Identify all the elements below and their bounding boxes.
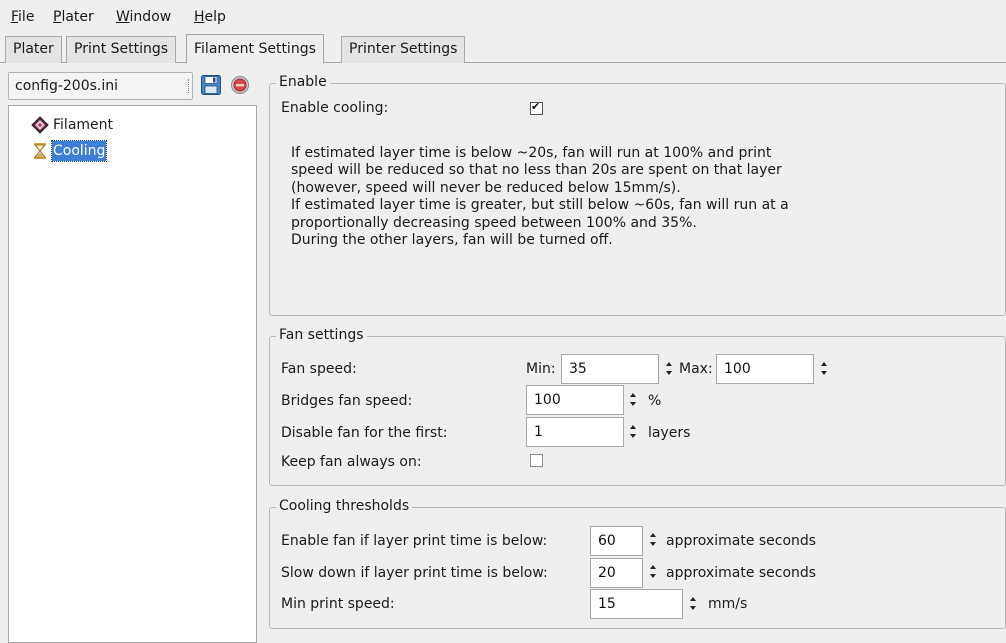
menu-file[interactable]: File — [11, 9, 34, 25]
slow-down-threshold-stepper[interactable] — [649, 562, 659, 582]
menu-window[interactable]: Window — [116, 9, 171, 25]
enable-fan-threshold-unit: approximate seconds — [666, 533, 817, 549]
disable-fan-layers-stepper[interactable] — [629, 422, 639, 442]
menu-plater[interactable]: Plater — [53, 9, 94, 25]
slow-down-threshold-unit: approximate seconds — [666, 565, 817, 581]
group-title: Enable — [276, 73, 330, 91]
combo-separator — [188, 79, 189, 93]
save-preset-button[interactable] — [200, 74, 222, 96]
preset-value: config-200s.ini — [15, 78, 119, 94]
delete-preset-button[interactable] — [229, 74, 251, 96]
enable-cooling-checkbox[interactable] — [530, 100, 543, 115]
tab-filament-settings[interactable]: Filament Settings — [186, 34, 324, 64]
spool-icon — [31, 116, 49, 134]
description-paragraph: During the other layers, fan will be tur… — [291, 232, 613, 249]
max-fan-speed-stepper[interactable] — [820, 359, 830, 379]
max-label: Max: — [679, 361, 713, 377]
tab-plater[interactable]: Plater — [5, 36, 62, 63]
bridges-fan-speed-input[interactable] — [526, 385, 624, 415]
menu-bar: File Plater Window Help — [0, 0, 1006, 34]
enable-fan-threshold-input[interactable] — [590, 526, 643, 556]
bridges-fan-speed-label: Bridges fan speed: — [281, 393, 413, 409]
description-paragraph: If estimated layer time is greater, but … — [291, 197, 789, 231]
settings-tree: Filament Cooling — [8, 105, 257, 643]
min-fan-speed-input[interactable] — [561, 354, 659, 384]
delete-icon — [231, 76, 249, 94]
menu-help[interactable]: Help — [194, 9, 226, 25]
keep-fan-always-on-checkbox[interactable] — [530, 454, 543, 467]
slow-down-threshold-label: Slow down if layer print time is below: — [281, 565, 548, 581]
tab-print-settings[interactable]: Print Settings — [66, 36, 177, 63]
keep-fan-always-on-label: Keep fan always on: — [281, 454, 422, 470]
tree-item-label: Filament — [53, 117, 114, 133]
bridges-unit: % — [648, 393, 662, 409]
group-title: Cooling thresholds — [276, 497, 413, 515]
tab-printer-settings[interactable]: Printer Settings — [341, 36, 466, 63]
disable-fan-label: Disable fan for the first: — [281, 425, 448, 441]
cooling-description: If estimated layer time is below ~20s, f… — [291, 145, 811, 249]
floppy-disk-icon — [201, 75, 221, 95]
hourglass-icon — [33, 143, 47, 159]
disable-fan-unit: layers — [648, 425, 691, 441]
bridges-fan-speed-stepper[interactable] — [629, 390, 639, 410]
tree-item-label: Cooling — [50, 140, 108, 162]
description-paragraph: If estimated layer time is below ~20s, f… — [291, 145, 782, 196]
max-fan-speed-input[interactable] — [716, 354, 814, 384]
min-label: Min: — [526, 361, 556, 377]
slow-down-threshold-input[interactable] — [590, 558, 643, 588]
fan-speed-label: Fan speed: — [281, 361, 357, 377]
enable-cooling-label: Enable cooling: — [281, 100, 389, 116]
min-print-speed-label: Min print speed: — [281, 596, 395, 612]
tab-bar: Plater Print Settings Filament Settings … — [0, 34, 1006, 64]
preset-combo[interactable]: config-200s.ini — [8, 72, 193, 100]
enable-fan-threshold-stepper[interactable] — [649, 530, 659, 550]
min-print-speed-stepper[interactable] — [689, 594, 699, 614]
min-print-speed-input[interactable] — [590, 589, 683, 619]
group-title: Fan settings — [276, 326, 367, 344]
enable-fan-threshold-label: Enable fan if layer print time is below: — [281, 533, 548, 549]
min-fan-speed-stepper[interactable] — [665, 359, 675, 379]
min-print-speed-unit: mm/s — [708, 596, 748, 612]
disable-fan-layers-input[interactable] — [526, 417, 624, 447]
